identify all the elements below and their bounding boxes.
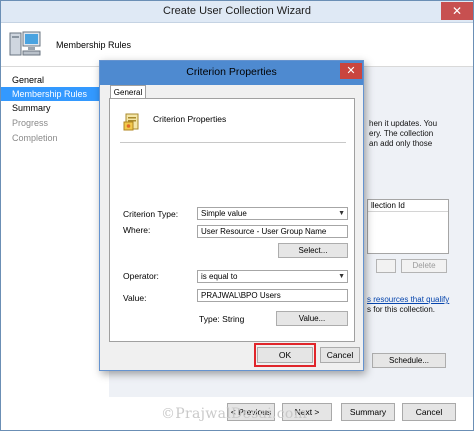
- dialog-cancel-button[interactable]: Cancel: [320, 347, 360, 363]
- rules-list[interactable]: llection Id: [367, 199, 449, 254]
- cancel-button[interactable]: Cancel: [402, 403, 456, 421]
- collection-id-column-header[interactable]: llection Id: [368, 200, 448, 212]
- nav-item-progress: Progress: [12, 118, 49, 128]
- content-text-line: hen it updates. You: [369, 119, 438, 128]
- dialog-titlebar: Criterion Properties ✕: [100, 61, 363, 85]
- nav-item-general[interactable]: General: [1, 73, 109, 87]
- value-button[interactable]: Value...: [276, 311, 348, 326]
- criterion-heading: Criterion Properties: [153, 114, 227, 124]
- tab-general[interactable]: General: [110, 85, 146, 99]
- wizard-nav: General Membership Rules Summary Progres…: [1, 67, 109, 397]
- ok-highlight-annotation: [254, 343, 316, 367]
- wizard-header-text: Membership Rules: [56, 40, 132, 50]
- where-label: Where:: [123, 225, 151, 235]
- where-field[interactable]: User Resource - User Group Name: [197, 225, 348, 238]
- criterion-properties-icon: [123, 113, 139, 131]
- nav-item-membership-rules[interactable]: Membership Rules: [1, 87, 109, 101]
- chevron-down-icon: ▼: [338, 273, 345, 280]
- criterion-properties-dialog: Criterion Properties ✕ General Criterion…: [99, 60, 364, 371]
- operator-value: is equal to: [201, 272, 238, 281]
- wizard-titlebar: Create User Collection Wizard ✕: [1, 1, 473, 23]
- dialog-close-button[interactable]: ✕: [340, 63, 362, 79]
- nav-item-summary[interactable]: Summary: [1, 101, 109, 115]
- value-label: Value:: [123, 293, 147, 303]
- delete-button: Delete: [401, 259, 447, 273]
- content-text-line: ery. The collection: [369, 129, 434, 138]
- operator-label: Operator:: [123, 271, 159, 281]
- separator: [120, 142, 346, 143]
- wizard-close-button[interactable]: ✕: [441, 2, 473, 20]
- criterion-type-label: Criterion Type:: [123, 209, 179, 219]
- value-field[interactable]: PRAJWAL\BPO Users: [197, 289, 348, 302]
- criterion-type-select[interactable]: Simple value ▼: [197, 207, 348, 220]
- chevron-down-icon: ▼: [338, 210, 345, 217]
- close-icon: ✕: [451, 4, 463, 18]
- schedule-button[interactable]: Schedule...: [372, 353, 446, 368]
- watermark: ©PrajwalDesai.com: [161, 406, 308, 422]
- general-tab-panel: Criterion Properties Criterion Type: Sim…: [109, 98, 355, 342]
- qualify-link[interactable]: s resources that qualify: [367, 295, 449, 304]
- dialog-title: Criterion Properties: [186, 66, 277, 78]
- summary-button[interactable]: Summary: [341, 403, 395, 421]
- edit-button: [376, 259, 396, 273]
- criterion-type-value: Simple value: [201, 209, 247, 218]
- type-text: Type: String: [199, 314, 245, 324]
- content-text-line: an add only those: [369, 139, 433, 148]
- computer-icon: [9, 31, 41, 56]
- operator-select[interactable]: is equal to ▼: [197, 270, 348, 283]
- nav-item-completion: Completion: [12, 133, 58, 143]
- close-icon: ✕: [346, 65, 356, 77]
- qualify-text-line: s for this collection.: [367, 305, 436, 314]
- select-button[interactable]: Select...: [278, 243, 348, 258]
- qualify-text-line: s resources that qualify: [367, 295, 449, 304]
- wizard-title: Create User Collection Wizard: [163, 5, 311, 17]
